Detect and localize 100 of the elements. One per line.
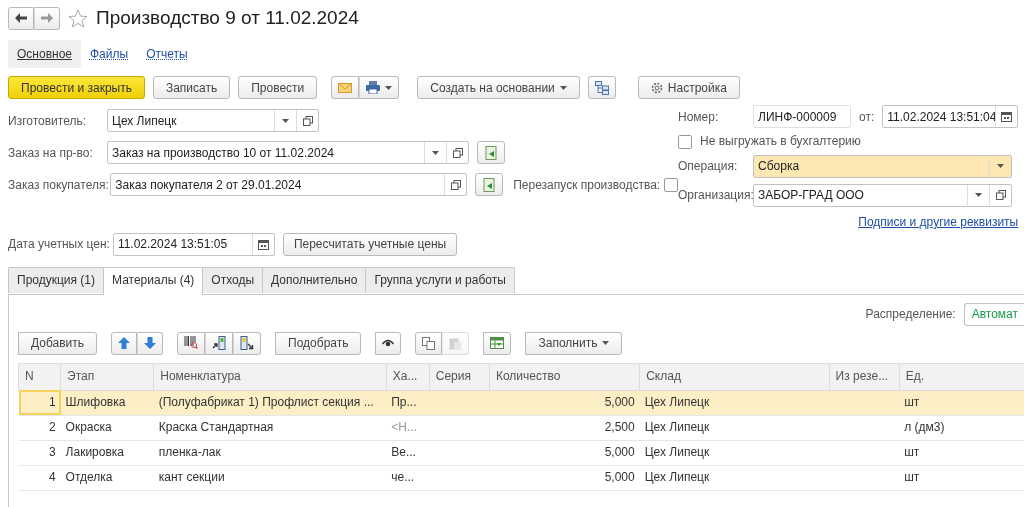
table-cell: Ве... [386,440,430,466]
checkbox[interactable] [664,177,678,192]
table-cell: 5,000 [489,440,640,466]
forward-arrow-icon [41,13,53,23]
column-header[interactable]: Серия [429,363,490,391]
structure-icon [594,80,609,95]
input-field[interactable]: Заказ покупателя 2 от 29.01.2024 [110,173,468,197]
table-cell: шт [899,390,1024,416]
field-label: Распределение: [865,306,956,322]
structure-button[interactable] [587,76,616,100]
table-cell: Отделка [60,465,154,491]
column-header[interactable]: Этап [60,363,154,391]
caret-icon [385,85,393,90]
date-field[interactable]: 11.02.2024 13:51:05 [112,233,275,257]
caret-icon [432,150,439,155]
table-cell: л (дм3) [899,415,1024,441]
tab[interactable]: Дополнительно [262,267,367,293]
window-title: Производство 9 от 11.02.2024 [96,6,359,30]
open-icon [302,115,313,126]
table-cell: кант секции [153,465,387,491]
caret-icon [602,341,610,346]
caret-icon [282,118,289,123]
distribution-field[interactable]: Автомат [963,302,1024,326]
toolbar-button[interactable] [375,331,402,355]
table-cell: Пр... [386,390,430,416]
back-button[interactable] [8,6,34,30]
back-arrow-icon [15,13,27,23]
table-cell: Цех Липецк [639,440,830,466]
table-cell: Шлифовка [60,390,154,416]
table-cell: Окраска [60,415,154,441]
scanner-icon [212,336,227,351]
column-header[interactable]: Из резе... [829,363,900,391]
table-cell: шт [899,440,1024,466]
toolbar-button[interactable]: Записать [152,76,231,100]
operation-field[interactable]: Сборка [753,154,1012,178]
scanner-icon [240,336,255,351]
field-label: Дата учетных цен: [8,237,111,252]
column-header[interactable]: Номенклатура [153,363,387,391]
open-icon [450,179,461,190]
post-and-close-button[interactable]: Провести и закрыть [8,76,145,100]
column-header[interactable]: N [18,363,61,391]
printer-icon [366,81,381,95]
field-label: от: [859,109,875,125]
toolbar-button[interactable]: Добавить [18,331,98,355]
open-icon [995,190,1006,201]
table-cell: Цех Липецк [639,415,830,441]
caret-icon [975,193,982,198]
tab[interactable]: Группа услуги и работы [365,267,515,293]
calendar-icon [1001,111,1013,123]
date-field[interactable]: 11.02.2024 13:51:04 [882,105,1019,129]
field-label: Изготовитель: [8,113,87,129]
organization-field[interactable]: ЗАБОР-ГРАД ООО [753,183,1012,207]
table-cell: 4 [18,465,61,491]
column-header[interactable]: Ха... [386,363,430,391]
number-field[interactable]: ЛИНФ-000009 [753,105,851,129]
recalculate-button[interactable]: Пересчитать учетные цены [282,233,458,257]
print-button[interactable] [359,76,400,100]
up-arrow-icon [118,337,131,350]
fill-button[interactable] [475,173,504,197]
barcode-icon [184,336,199,351]
table-cell: шт [899,465,1024,491]
table-cell: 1 [18,390,61,416]
star-icon[interactable] [68,8,88,28]
caret-icon [559,85,567,90]
table-cell: че... [386,465,430,491]
table-cell: 2 [18,415,61,441]
checkbox-label: Не выгружать в бухгалтерию [700,134,861,149]
tab[interactable]: Материалы (4) [103,267,204,295]
column-header[interactable]: Склад [639,363,830,391]
input-field[interactable]: Заказ на производство 10 от 11.02.2024 [107,141,469,165]
column-header[interactable]: Количество [489,363,640,391]
table-cell: Лакировка [60,440,154,466]
input-field[interactable]: Цех Липецк [107,109,319,133]
table-cell: 5,000 [489,465,640,491]
section-tab[interactable]: Отчеты [137,40,197,69]
column-header[interactable]: Ед. [899,363,1024,391]
table-cell: 3 [18,440,61,466]
toolbar-button[interactable]: Провести [238,76,318,100]
field-label: Номер: [678,109,720,125]
down-arrow-icon [144,337,157,350]
toolbar-button[interactable]: Подобрать [275,331,362,355]
tab[interactable]: Отходы [202,267,264,293]
table-cell: <Н... [386,415,430,441]
open-icon [452,147,463,158]
email-button[interactable] [331,76,360,100]
settings-button[interactable]: Настройка [637,76,740,100]
fill-button[interactable]: Заполнить [525,331,623,355]
toolbar-button[interactable] [205,331,234,355]
toolbar-button[interactable] [233,331,262,355]
details-link[interactable]: Подписи и другие реквизиты [858,214,1019,230]
tab[interactable]: Продукция (1) [8,267,105,293]
section-tab[interactable]: Основное [8,40,81,69]
section-tab[interactable]: Файлы [81,40,138,69]
envelope-icon [338,82,353,93]
fill-button[interactable] [477,141,505,165]
field-label: Организация: [678,188,753,203]
checkbox-label: Перезапуск производства: [513,177,661,193]
checkbox[interactable] [678,134,692,149]
eye-icon [382,339,395,348]
create-based-on-button[interactable]: Создать на основании [417,76,580,100]
